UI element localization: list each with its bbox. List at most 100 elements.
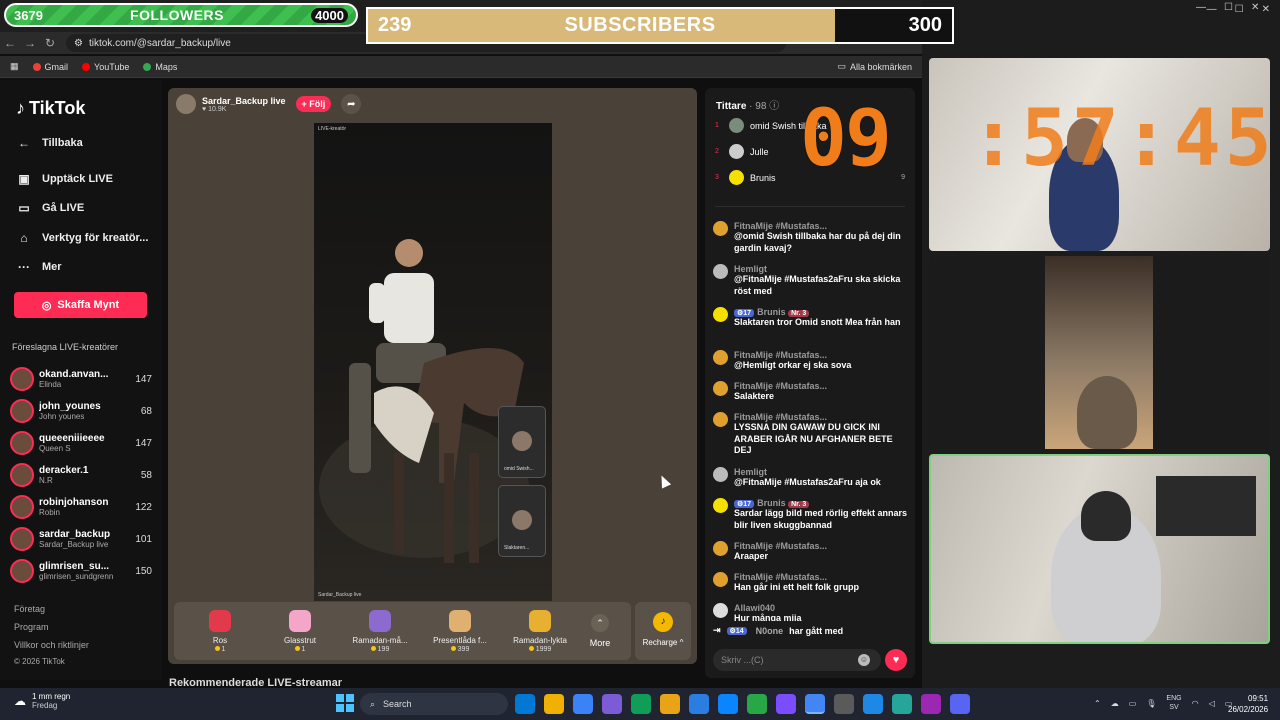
suggested-creator[interactable]: deracker.1 N.R 58 [10, 460, 152, 490]
avatar [713, 221, 728, 236]
live-stream-player[interactable]: Sardar_Backup live ♥ 10.9K + Följ ➦ LIVE… [168, 88, 697, 664]
gift-item[interactable]: Ramadan-lykta 1999 [500, 609, 580, 653]
file-explorer-icon[interactable] [660, 694, 680, 714]
taskbar-clock[interactable]: 09:51 26/02/2026 [1228, 693, 1268, 715]
copilot-icon[interactable] [602, 694, 622, 714]
tiktok-logo[interactable]: ♪ TikTok [16, 98, 85, 119]
webcam-middle [929, 256, 1270, 449]
maximize-icon[interactable]: ☐ [1235, 4, 1244, 15]
avatar [10, 367, 34, 391]
reload-icon[interactable]: ↻ [40, 36, 60, 50]
subscribers-goal: 300 [908, 14, 942, 36]
followers-goal-bar: 3679 FOLLOWERS 4000 [4, 3, 358, 27]
nav-more[interactable]: ··· Mer [16, 260, 62, 274]
subscribers-label: SUBSCRIBERS [564, 14, 716, 36]
host-likes: ♥ 10.9K [202, 105, 227, 113]
photos-icon[interactable] [863, 694, 883, 714]
forward-arrow-icon[interactable]: → [20, 36, 40, 50]
app-icon[interactable] [921, 694, 941, 714]
tiktok-coin-icon: ♪ [653, 612, 673, 632]
back-link[interactable]: ← Tillbaka [16, 136, 83, 150]
taskbar-apps [515, 694, 970, 714]
all-bookmarks[interactable]: ▭ Alla bokmärken [837, 61, 912, 72]
live-video[interactable]: LIVE-kreatör omid Swish... Slaktaren... … [314, 123, 552, 601]
get-coins-button[interactable]: ◎ Skaffa Mynt [14, 292, 147, 318]
bookmark-maps[interactable]: Maps [143, 62, 177, 72]
vpn-icon[interactable] [747, 694, 767, 714]
chat-message: FitnaMije #Mustafas... Araaper [713, 541, 909, 563]
edge-icon[interactable] [631, 694, 651, 714]
app-icon[interactable] [892, 694, 912, 714]
host-info: Sardar_Backup live ♥ 10.9K + Följ ➦ [176, 94, 362, 114]
viewers-header[interactable]: Tittare · 98 ⓘ [716, 97, 779, 112]
nav-creator-tools[interactable]: ⌂ Verktyg för kreatör... [16, 231, 148, 245]
share-icon[interactable]: ➦ [341, 94, 362, 114]
footer-link-company[interactable]: Företag [14, 604, 45, 614]
emoji-icon[interactable]: ☺ [858, 654, 870, 666]
nav-go-live[interactable]: ▭ Gå LIVE [16, 201, 84, 215]
chat-message: FitnaMije #Mustafas... @omid Swish tillba… [713, 221, 909, 254]
suggested-creator[interactable]: john_younes John younes 68 [10, 396, 152, 426]
host-avatar[interactable] [176, 94, 196, 114]
gift-bar: Ros 1 Glasstrut 1 Ramadan-må... 199 Present… [174, 602, 631, 660]
bookmark-youtube[interactable]: YouTube [82, 62, 129, 72]
gift-item[interactable]: Presentlåda f... 399 [420, 609, 500, 653]
windows-start-icon[interactable] [336, 694, 354, 712]
outlook-icon[interactable] [718, 694, 738, 714]
host-name[interactable]: Sardar_Backup live [202, 96, 286, 106]
taskbar-search[interactable]: ⌕ Search [360, 693, 508, 715]
avatar [713, 264, 728, 279]
wifi-icon[interactable]: ◠ [1192, 699, 1199, 708]
gift-item[interactable]: Ramadan-må... 199 [340, 609, 420, 653]
minimize-icon[interactable]: — [1196, 2, 1206, 13]
avatar [729, 118, 744, 133]
chat-input[interactable]: Skriv ...(C) [713, 649, 881, 671]
follow-button[interactable]: + Följ [295, 96, 332, 112]
apps-grid-icon[interactable]: ▦ [10, 61, 19, 72]
chrome-icon[interactable] [805, 694, 825, 714]
rank-badge: Nr. 3 [788, 310, 810, 317]
suggested-creator[interactable]: sardar_backup Sardar_Backup live 101 [10, 524, 152, 554]
store-icon[interactable] [689, 694, 709, 714]
minimize-icon[interactable]: — [1207, 4, 1217, 15]
like-heart-icon[interactable]: ♥ [885, 649, 907, 671]
more-gifts-button[interactable]: ⌃ More [580, 614, 620, 648]
close-icon[interactable]: ✕ [1262, 4, 1270, 15]
nav-discover-live[interactable]: ▣ Upptäck LIVE [16, 172, 113, 186]
suggested-creator[interactable]: okand.anvan... Elinda 147 [10, 364, 152, 394]
chevron-up-icon[interactable]: ⌃ [1094, 699, 1101, 708]
suggested-creator[interactable]: robinjohanson Robin 122 [10, 492, 152, 522]
avatar [10, 463, 34, 487]
guest-pip[interactable]: omid Swish... [498, 406, 546, 478]
volume-icon[interactable]: ◁ [1209, 699, 1215, 708]
back-arrow-icon[interactable]: ← [0, 36, 20, 50]
cloud-icon[interactable]: ☁ [1111, 699, 1119, 708]
gift-item[interactable]: Glasstrut 1 [260, 609, 340, 653]
suggested-creator[interactable]: glimrisen_su... glimrisen_sundgrenn 150 [10, 556, 152, 586]
tiktok-sidebar: ♪ TikTok ← Tillbaka ▣ Upptäck LIVE ▭ Gå LIVE… [0, 80, 162, 680]
footer-link-program[interactable]: Program [14, 622, 49, 632]
suggested-creators-title: Föreslagna LIVE-kreatörer [12, 342, 119, 352]
discord-icon[interactable] [950, 694, 970, 714]
task-view-icon[interactable] [515, 694, 535, 714]
video-bottom-label: Sardar_Backup live [318, 592, 362, 598]
avatar [713, 381, 728, 396]
obs-icon[interactable] [834, 694, 854, 714]
suggested-creator[interactable]: queeeniiieeee Queen S 147 [10, 428, 152, 458]
gift-item[interactable]: Ros 1 [180, 609, 260, 653]
site-info-icon[interactable]: ⚙ [74, 38, 83, 49]
bookmark-gmail[interactable]: Gmail [32, 62, 68, 72]
teams-icon[interactable] [573, 694, 593, 714]
weather-widget[interactable]: ☁ 1 mm regn Fredag [14, 692, 70, 710]
display-icon[interactable]: ▭ [1129, 699, 1137, 708]
info-icon[interactable]: ⓘ [769, 101, 779, 112]
microphone-icon[interactable]: 🎙 [1146, 699, 1156, 708]
widgets-icon[interactable] [544, 694, 564, 714]
recharge-button[interactable]: ♪ Recharge ^ [635, 602, 691, 660]
avatar [713, 603, 728, 618]
language-indicator[interactable]: ENG SV [1166, 694, 1181, 712]
guest-pip[interactable]: Slaktaren... [498, 485, 546, 557]
lantern-icon [529, 609, 551, 632]
footer-link-terms[interactable]: Villkor och riktlinjer [14, 640, 89, 650]
app-icon[interactable] [776, 694, 796, 714]
